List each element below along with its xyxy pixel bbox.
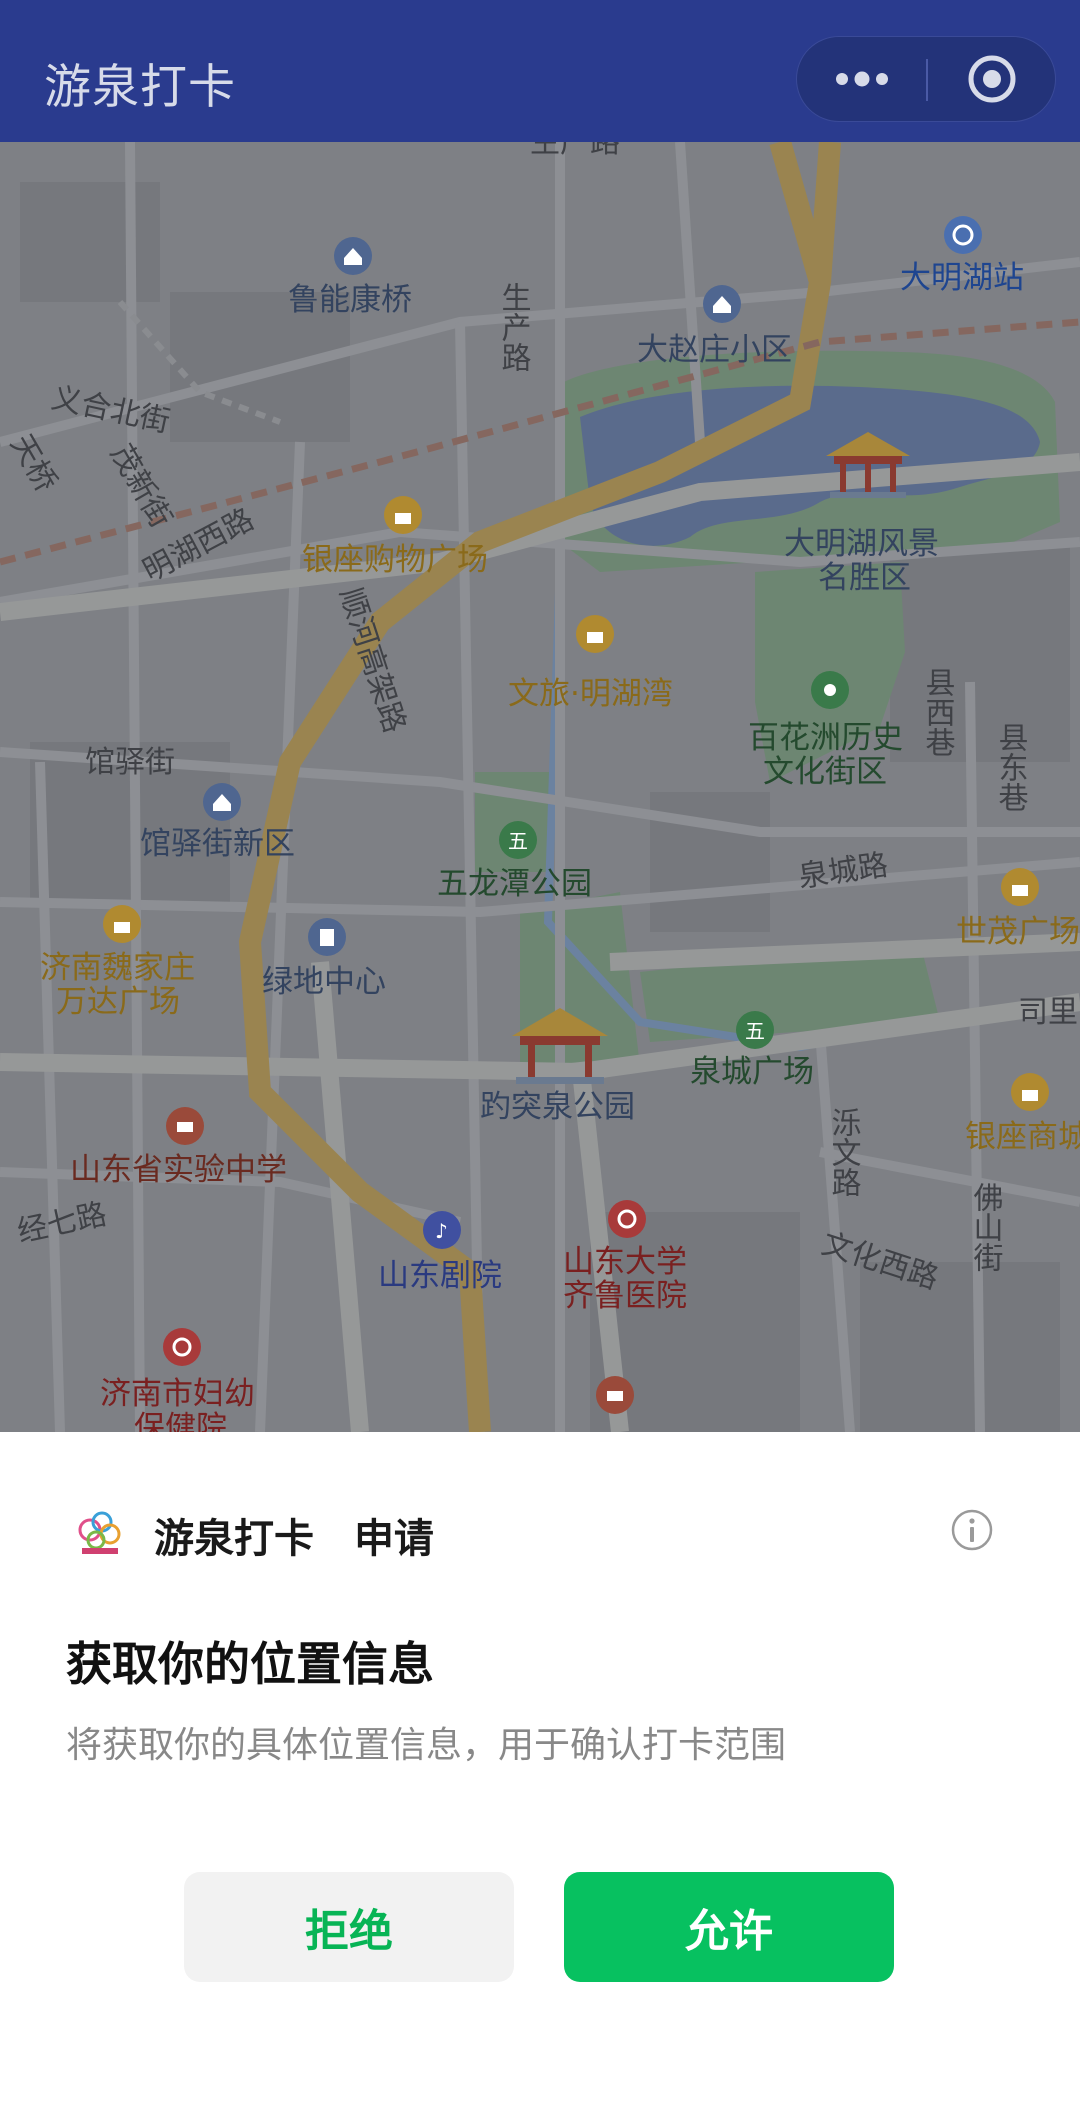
poi-label: 山东大学 — [563, 1244, 687, 1280]
shopping-icon — [1001, 868, 1039, 906]
road-label: 县东巷 — [993, 722, 1029, 812]
camera-icon — [811, 671, 849, 709]
poi-label: 绿地中心 — [262, 964, 386, 1000]
music-icon: ♪ — [423, 1211, 461, 1249]
close-button[interactable] — [927, 37, 1057, 121]
poi-label: 银座商城 — [965, 1119, 1080, 1155]
app-name: 游泉打卡 — [154, 1516, 314, 1562]
road-label: 生产路 — [530, 142, 620, 160]
request-title: 获取你的位置信息 — [66, 1637, 434, 1691]
road-label: 县西巷 — [920, 667, 956, 757]
road-label: 佛山街 — [968, 1182, 1004, 1272]
svg-text:五: 五 — [745, 1019, 765, 1043]
svg-text:♪: ♪ — [435, 1219, 448, 1243]
poi-label: 山东省实验中学 — [70, 1152, 287, 1188]
residential-icon — [703, 285, 741, 323]
shopping-icon — [384, 496, 422, 534]
poi-label: 山东剧院 — [378, 1258, 502, 1294]
poi-label: 馆驿街新区 — [140, 826, 295, 862]
poi-label: 世茂广场 — [956, 914, 1080, 950]
hospital-icon — [608, 1200, 646, 1238]
poi-label: 趵突泉公园 — [480, 1089, 635, 1125]
poi-label: 大明湖站 — [900, 260, 1024, 296]
park-icon: 五 — [736, 1011, 774, 1049]
poi-label: 泉城广场 — [690, 1054, 814, 1090]
residential-icon — [203, 783, 241, 821]
school-icon — [166, 1107, 204, 1145]
map-view[interactable]: 生产路 生产路 义合北街 茂新街 天桥 明湖西路 顺河高架路 馆驿街 泉城路 县… — [0, 142, 1080, 1432]
poi-label: 大赵庄小区 — [637, 332, 792, 368]
info-icon[interactable] — [950, 1508, 994, 1552]
mini-program-capsule — [796, 36, 1056, 122]
more-dots-icon — [836, 71, 888, 87]
app-logo-icon — [78, 1511, 121, 1554]
poi-label: 文旅·明湖湾 — [508, 676, 673, 712]
page-title: 游泉打卡 — [44, 60, 236, 115]
poi-label: 齐鲁医院 — [563, 1278, 687, 1314]
shopping-icon — [103, 905, 141, 943]
shopping-icon — [1011, 1073, 1049, 1111]
park-icon: 五 — [499, 821, 537, 859]
office-icon — [308, 918, 346, 956]
poi-label: 文化街区 — [763, 754, 887, 790]
poi-label: 济南魏家庄 — [40, 950, 195, 986]
hospital-icon — [163, 1328, 201, 1366]
shopping-icon — [576, 615, 614, 653]
poi-label: 鲁能康桥 — [288, 282, 412, 318]
poi-label: 银座购物广场 — [302, 542, 488, 578]
svg-text:五: 五 — [508, 829, 528, 853]
road-label: 馆驿街 — [85, 745, 175, 780]
school-icon — [596, 1376, 634, 1414]
road-label: 生产路 — [496, 282, 531, 372]
request-word: 申请 — [353, 1516, 434, 1562]
poi-label: 保健院 — [134, 1410, 227, 1432]
deny-button[interactable]: 拒绝 — [184, 1872, 514, 1982]
road-label: 泺文路 — [826, 1107, 861, 1197]
request-description: 将获取你的具体位置信息，用于确认打卡范围 — [66, 1725, 787, 1766]
metro-icon — [944, 216, 982, 254]
residential-icon — [334, 237, 372, 275]
target-close-icon — [968, 55, 1016, 103]
more-button[interactable] — [797, 37, 927, 121]
navbar: 游泉打卡 — [0, 0, 1080, 142]
poi-label: 名胜区 — [818, 560, 911, 596]
poi-label: 百花洲历史 — [748, 720, 903, 756]
road-label: 司里 — [1018, 995, 1078, 1030]
requesting-app: 游泉打卡 申请 — [154, 1506, 434, 1564]
allow-button[interactable]: 允许 — [564, 1872, 894, 1982]
poi-label: 济南市妇幼 — [100, 1376, 255, 1412]
poi-label: 五龙潭公园 — [437, 866, 592, 902]
permission-sheet: 游泉打卡 申请 获取你的位置信息 将获取你的具体位置信息，用于确认打卡范围 拒绝… — [0, 1432, 1080, 2116]
poi-label: 大明湖风景 — [784, 526, 939, 562]
poi-label: 万达广场 — [56, 984, 180, 1020]
